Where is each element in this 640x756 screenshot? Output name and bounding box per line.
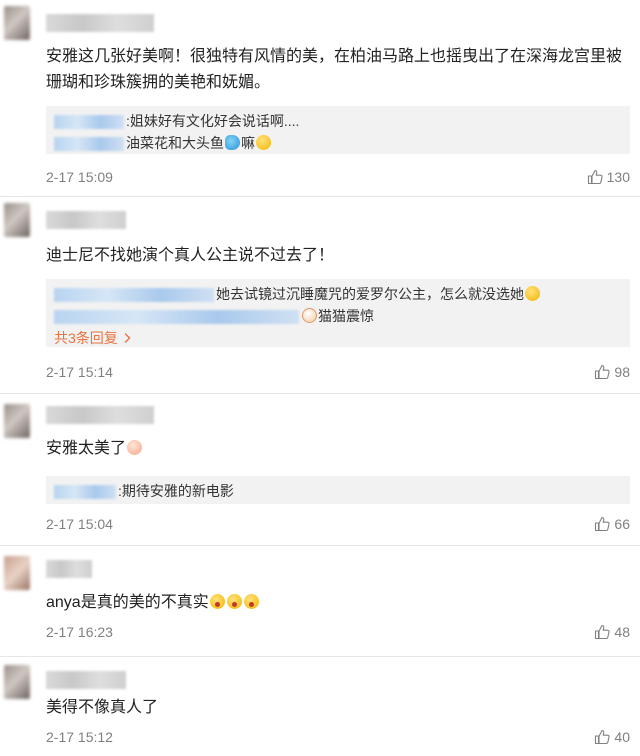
more-replies-link[interactable]: 共3条回复	[54, 327, 622, 349]
avatar[interactable]	[4, 404, 30, 438]
username[interactable]	[46, 560, 92, 578]
comment-text: 安雅这几张好美啊！很独特有风情的美，在柏油马路上也摇曳出了在深海龙宫里被珊瑚和珍…	[46, 44, 630, 96]
chevron-right-icon[interactable]	[122, 332, 132, 344]
thumb-up-icon[interactable]	[594, 624, 611, 640]
smile-emoji	[525, 286, 540, 301]
reply-username[interactable]	[54, 288, 214, 303]
reply-text: :姐妹好有文化好会说话啊....	[126, 113, 300, 129]
timestamp: 2-17 15:14	[46, 364, 113, 380]
avatar[interactable]	[4, 665, 30, 699]
like-button[interactable]: 48	[594, 622, 630, 642]
comment-meta: 2-17 15:12 40	[46, 727, 630, 747]
reply-line[interactable]: :姐妹好有文化好会说话啊....	[54, 110, 622, 132]
reply-text-suffix: 嘛	[241, 135, 255, 151]
reply-line[interactable]: 油菜花和大头鱼 嘛	[54, 132, 622, 154]
comment-text-body: 迪士尼不找她演个真人公主说不过去了！	[46, 247, 335, 264]
more-replies-label[interactable]: 共3条回复	[54, 330, 118, 346]
thumb-up-icon[interactable]	[594, 516, 611, 532]
comment-item: 安雅太美了 :期待安雅的新电影 2-17 15:04 66	[0, 394, 640, 545]
avatar[interactable]	[4, 203, 30, 237]
like-count: 40	[614, 729, 630, 745]
reply-text: 猫猫震惊	[318, 308, 374, 324]
reply-username[interactable]	[54, 137, 124, 152]
reply-box[interactable]: 她去试镜过沉睡魔咒的爱罗尔公主，怎么就没选她 猫猫震惊 共3条回复	[46, 279, 630, 347]
like-count: 48	[614, 624, 630, 640]
thumb-up-icon[interactable]	[594, 729, 611, 745]
timestamp: 2-17 16:23	[46, 624, 113, 640]
thumb-up-icon[interactable]	[594, 364, 611, 380]
reply-box[interactable]: :期待安雅的新电影	[46, 476, 630, 504]
reply-line[interactable]: :期待安雅的新电影	[54, 480, 622, 502]
comment-text-body: 安雅太美了	[46, 440, 127, 457]
comment-text: 迪士尼不找她演个真人公主说不过去了！	[46, 243, 630, 269]
reply-text: :期待安雅的新电影	[118, 483, 234, 499]
reply-text: 她去试镜过沉睡魔咒的爱罗尔公主，怎么就没选她	[216, 286, 524, 302]
like-count: 130	[606, 169, 630, 185]
comment-text-body: anya是真的美的不真实	[46, 594, 209, 611]
like-button[interactable]: 40	[594, 727, 630, 747]
fish-emoji	[225, 135, 240, 150]
smile-emoji	[256, 135, 271, 150]
cute-emoji	[127, 440, 143, 455]
comment-text: 安雅太美了	[46, 436, 630, 462]
timestamp: 2-17 15:09	[46, 169, 113, 185]
reply-box[interactable]: :姐妹好有文化好会说话啊.... 油菜花和大头鱼 嘛	[46, 106, 630, 154]
like-button[interactable]: 98	[594, 362, 630, 382]
shock-emoji	[226, 594, 242, 609]
comment-item: 美得不像真人了 2-17 15:12 40	[0, 657, 640, 756]
comment-meta: 2-17 15:09 130	[46, 167, 630, 187]
comment-item: anya是真的美的不真实 2-17 16:23 48	[0, 546, 640, 656]
reply-username[interactable]	[54, 310, 299, 325]
shock-emoji	[243, 594, 259, 609]
comment-meta: 2-17 15:14 98	[46, 362, 630, 382]
comment-text-body: 安雅这几张好美啊！很独特有风情的美，在柏油马路上也摇曳出了在深海龙宫里被珊瑚和珍…	[46, 48, 623, 91]
like-button[interactable]: 130	[587, 167, 630, 187]
comment-text: 美得不像真人了	[46, 695, 630, 721]
comment-item: 迪士尼不找她演个真人公主说不过去了！ 她去试镜过沉睡魔咒的爱罗尔公主，怎么就没选…	[0, 197, 640, 393]
thumb-up-icon[interactable]	[587, 169, 603, 185]
username[interactable]	[46, 671, 126, 689]
reply-line[interactable]: 她去试镜过沉睡魔咒的爱罗尔公主，怎么就没选她	[54, 283, 622, 305]
username[interactable]	[46, 406, 154, 424]
comment-meta: 2-17 15:04 66	[46, 514, 630, 534]
reply-username[interactable]	[54, 115, 124, 130]
timestamp: 2-17 15:12	[46, 729, 113, 745]
reply-line[interactable]: 猫猫震惊	[54, 305, 622, 327]
cat-emoji	[302, 308, 317, 323]
reply-text: 油菜花和大头鱼	[126, 135, 224, 151]
reply-username[interactable]	[54, 485, 116, 500]
comment-text-body: 美得不像真人了	[46, 699, 159, 716]
avatar[interactable]	[4, 6, 30, 40]
username[interactable]	[46, 211, 126, 229]
comment-meta: 2-17 16:23 48	[46, 622, 630, 642]
comment-text: anya是真的美的不真实	[46, 590, 630, 616]
avatar[interactable]	[4, 556, 30, 590]
like-count: 98	[614, 364, 630, 380]
like-button[interactable]: 66	[594, 514, 630, 534]
comment-item: 安雅这几张好美啊！很独特有风情的美，在柏油马路上也摇曳出了在深海龙宫里被珊瑚和珍…	[0, 0, 640, 196]
like-count: 66	[614, 516, 630, 532]
shock-emoji	[209, 594, 225, 609]
timestamp: 2-17 15:04	[46, 516, 113, 532]
username[interactable]	[46, 14, 154, 32]
